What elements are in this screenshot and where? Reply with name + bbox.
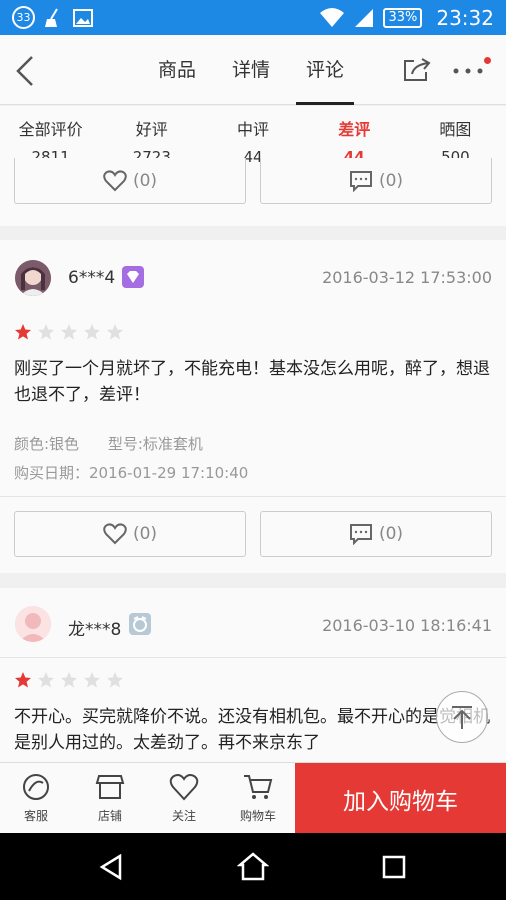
star-icon-empty (84, 672, 100, 688)
arrow-up-icon (452, 706, 472, 729)
customer-service-button[interactable]: 客服 (6, 771, 66, 824)
recent-apps-icon[interactable] (381, 854, 407, 880)
heart-icon (103, 169, 127, 191)
review-card: 龙***8 2016-03-10 18:16:41 不开心。买完就降价不说。还没… (0, 588, 506, 762)
heart-icon (169, 774, 199, 801)
clock: 23:32 (436, 6, 494, 30)
wifi-icon (320, 8, 345, 27)
home-nav-icon[interactable] (237, 851, 269, 881)
store-button[interactable]: 店铺 (80, 771, 140, 824)
star-icon-empty (61, 324, 77, 340)
share-icon[interactable] (402, 57, 432, 83)
image-icon (73, 8, 93, 27)
reply-count: (0) (378, 524, 404, 544)
avatar[interactable] (15, 606, 51, 642)
username: 6***4 (68, 268, 116, 288)
purchase-date: 购买日期：2016-01-29 17:10:40 (14, 464, 249, 482)
star-rating (14, 671, 124, 689)
tab-product[interactable]: 商品 (140, 35, 214, 105)
system-navigation-bar (0, 833, 506, 900)
more-icon[interactable] (452, 57, 484, 83)
battery-indicator: 33% (383, 8, 423, 28)
avatar[interactable] (15, 260, 51, 296)
cart-icon (244, 775, 273, 799)
product-model: 型号:标准套机 (107, 435, 203, 453)
back-nav-icon[interactable] (98, 853, 126, 881)
signal-icon (355, 9, 374, 27)
cart-label: 购物车 (239, 809, 276, 823)
reply-button[interactable]: (0) (260, 158, 492, 204)
star-icon-empty (107, 324, 123, 340)
headset-icon (23, 774, 49, 800)
comment-icon (349, 170, 372, 192)
review-text: 刚买了一个月就坏了，不能充电！基本没怎么用呢，醉了，想退也退不了，差评！ (14, 359, 490, 405)
product-color: 颜色:银色 (14, 435, 80, 453)
broom-icon (45, 7, 58, 27)
review-text: 不开心。买完就降价不说。还没有相机包。最不开心的是觉相机是别人用过的。太差劲了。… (14, 707, 490, 753)
tab-reviews[interactable]: 评论 (288, 35, 362, 105)
notification-dot (484, 57, 491, 64)
reply-count: (0) (378, 170, 404, 191)
like-count: (0) (132, 170, 158, 191)
star-icon-filled (15, 324, 31, 340)
review-date: 2016-03-12 17:53:00 (322, 268, 492, 287)
like-button[interactable]: (0) (14, 158, 246, 204)
store-icon (95, 775, 125, 799)
reply-button[interactable]: (0) (260, 511, 492, 557)
member-level-icon (129, 613, 151, 635)
status-bar: 33 33% 23:32 (0, 0, 506, 35)
heart-icon (103, 523, 127, 545)
star-icon-empty (84, 324, 100, 340)
follow-label: 关注 (171, 809, 196, 823)
star-icon-empty (38, 324, 54, 340)
tab-details[interactable]: 详情 (214, 35, 288, 105)
product-attributes: 颜色:银色 型号:标准套机 (14, 433, 203, 454)
follow-button[interactable]: 关注 (154, 771, 214, 824)
review-card: 6***4 2016-03-12 17:53:00 刚买了一个月就坏了，不能充电… (0, 240, 506, 573)
store-label: 店铺 (97, 809, 122, 823)
back-icon[interactable] (12, 55, 38, 87)
cart-button[interactable]: 购物车 (228, 771, 288, 824)
scroll-to-top-button[interactable] (436, 691, 488, 743)
like-count: (0) (132, 524, 158, 544)
tab-bar: 商品 详情 评论 (140, 35, 362, 105)
add-to-cart-button[interactable]: 加入购物车 (295, 763, 506, 834)
star-icon-empty (38, 672, 54, 688)
star-icon-filled (15, 672, 31, 688)
comment-icon (349, 524, 372, 545)
bottom-action-bar: 客服 店铺 关注 购物车 加入购物车 (0, 762, 506, 834)
username: 龙***8 (68, 620, 122, 640)
review-date: 2016-03-10 18:16:41 (322, 616, 492, 635)
notification-count-icon: 33 (12, 6, 35, 29)
star-icon-empty (61, 672, 77, 688)
member-level-icon (122, 266, 144, 288)
star-rating (14, 323, 124, 341)
like-button[interactable]: (0) (14, 511, 246, 557)
customer-service-label: 客服 (23, 809, 48, 823)
divider (0, 496, 506, 497)
divider (0, 657, 506, 658)
star-icon-empty (107, 672, 123, 688)
top-navigation: 商品 详情 评论 (0, 35, 506, 105)
previous-review-footer: (0) (0) (0, 158, 506, 226)
